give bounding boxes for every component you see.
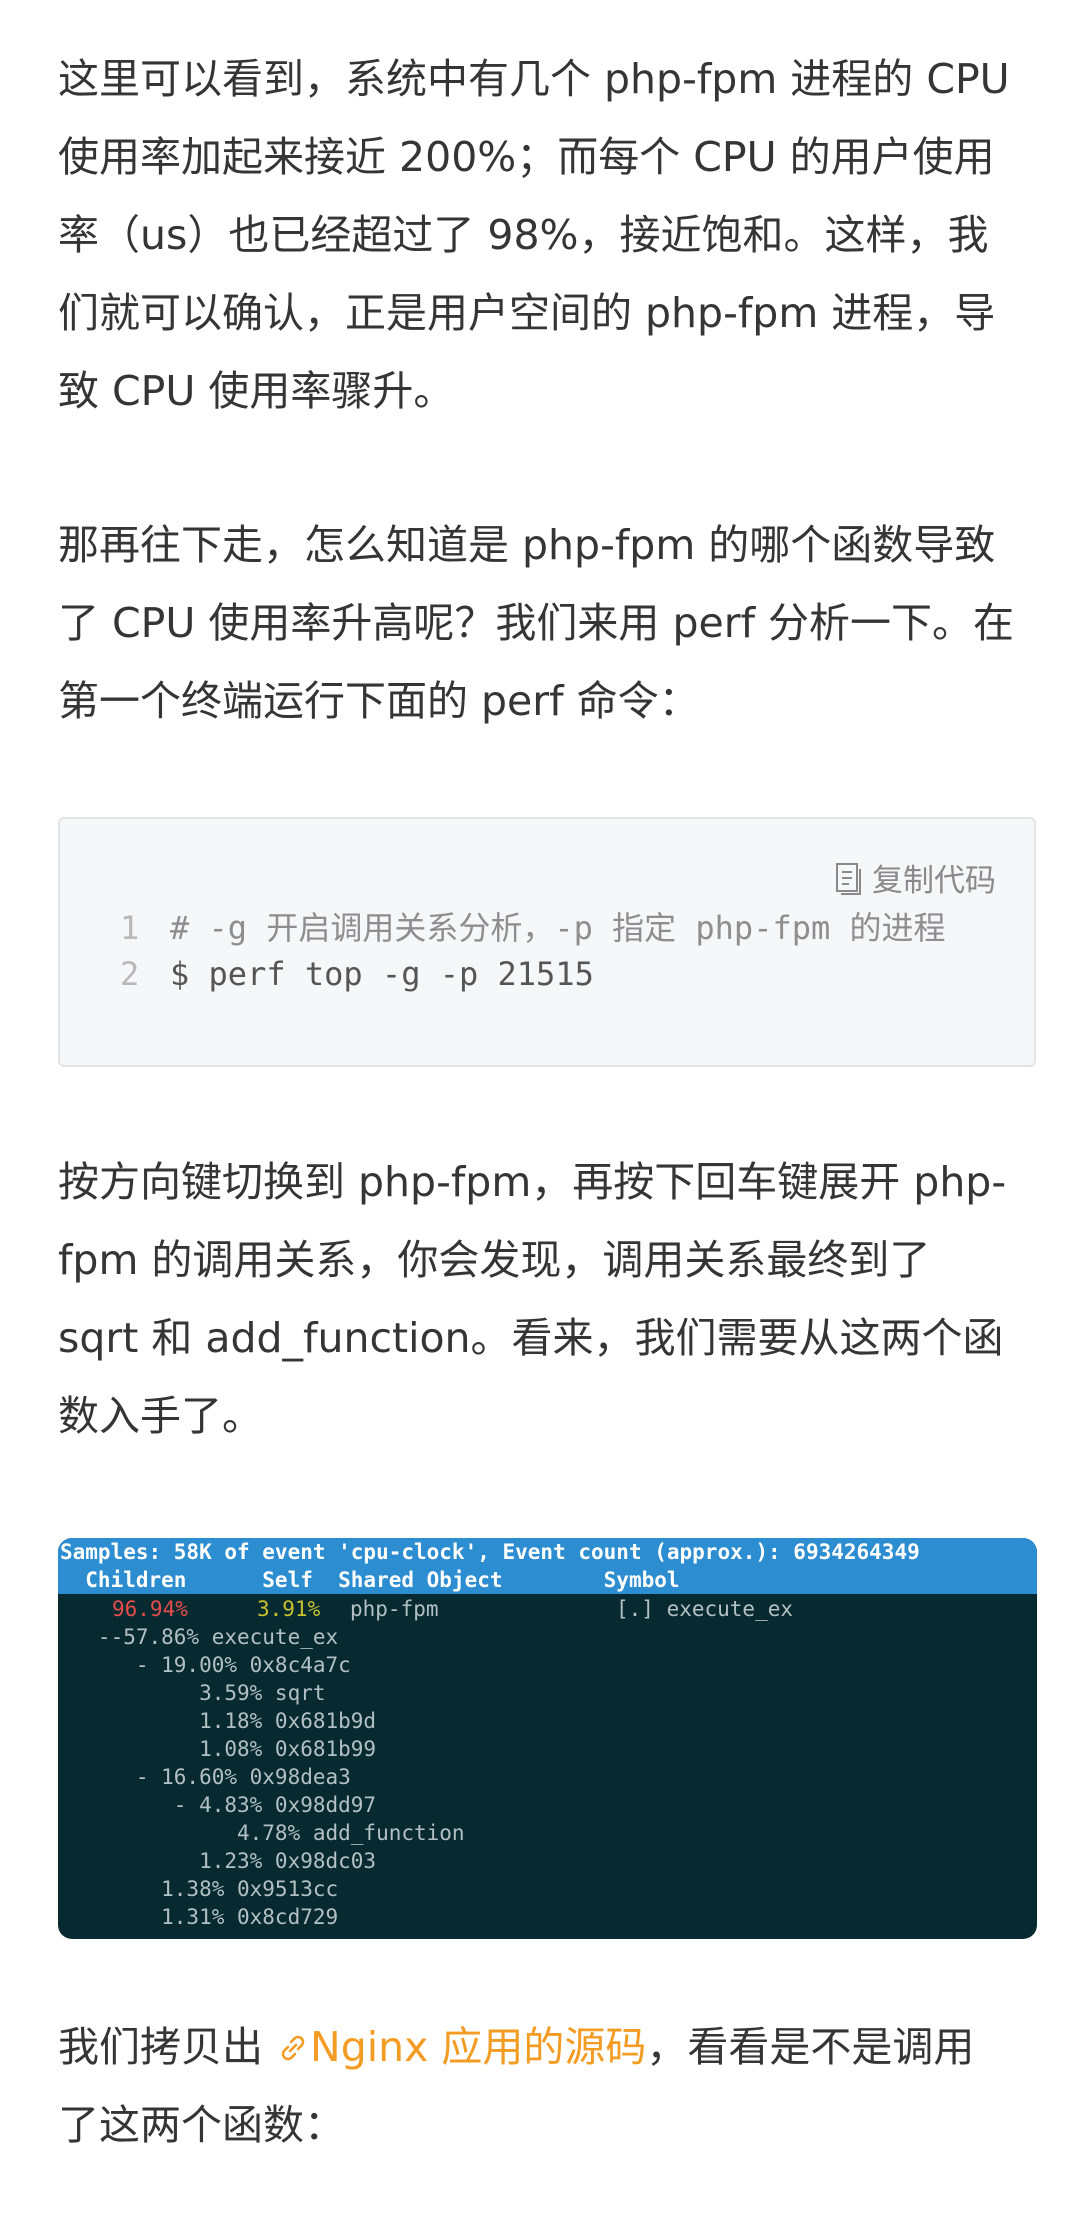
symbol: [.] execute_ex (616, 1597, 794, 1621)
call-tree-row: - 19.00% 0x8c4a7c (60, 1653, 351, 1677)
line-number: 1 (120, 909, 140, 947)
copy-icon (834, 861, 864, 895)
paragraph-source-code: 我们拷贝出 Nginx 应用的源码，看看是不是调用 了这两个函数： (58, 2008, 1033, 2164)
paragraph-cpu-usage: 这里可以看到，系统中有几个 php-fpm 进程的 CPU 使用率加起来接近 2… (58, 40, 1033, 430)
children-percent: 96.94% (112, 1597, 188, 1621)
call-tree-row: 1.08% 0x681b99 (60, 1737, 377, 1761)
terminal-header: Samples: 58K of event 'cpu-clock', Event… (58, 1538, 1037, 1594)
text-line: 致 CPU 使用率骤升。 (58, 367, 455, 415)
text-line: 我们拷贝出 Nginx 应用的源码，看看是不是调用 (58, 2008, 1033, 2086)
copy-code-label: 复制代码 (872, 863, 996, 899)
self-percent: 3.91% (257, 1597, 321, 1621)
text-line: 这里可以看到，系统中有几个 php-fpm 进程的 CPU (58, 55, 1010, 103)
paragraph-call-graph: 按方向键切换到 php-fpm，再按下回车键展开 php- fpm 的调用关系，… (58, 1143, 1033, 1455)
terminal-header-samples: Samples: 58K of event 'cpu-clock', Event… (60, 1540, 920, 1564)
text-line: 第一个终端运行下面的 perf 命令： (58, 677, 700, 725)
text-line: 了这两个函数： (58, 2101, 345, 2149)
text-line: fpm 的调用关系，你会发现，调用关系最终到了 (58, 1236, 931, 1284)
perf-terminal-screenshot: Samples: 58K of event 'cpu-clock', Event… (58, 1538, 1037, 1939)
call-tree-row: 1.23% 0x98dc03 (60, 1849, 377, 1873)
text-line: 了 CPU 使用率升高呢？我们来用 perf 分析一下。在 (58, 599, 1015, 647)
link-text[interactable]: Nginx 应用的源码 (310, 2023, 646, 2071)
text-after-link: ，看看是不是调用 (646, 2023, 975, 2071)
text-before-link: 我们拷贝出 (58, 2023, 277, 2071)
paragraph-perf-intro: 那再往下走，怎么知道是 php-fpm 的哪个函数导致 了 CPU 使用率升高呢… (58, 506, 1033, 740)
text-line: sqrt 和 add_function。看来，我们需要从这两个函 (58, 1314, 1004, 1362)
call-tree-row: 4.78% add_function (60, 1821, 465, 1845)
text-line: 率（us）也已经超过了 98%，接近饱和。这样，我 (58, 211, 989, 259)
call-tree-row: - 57.86% execute_ex (60, 1625, 339, 1649)
call-tree-row: 1.31% 0x8cd729 (60, 1905, 339, 1929)
code-line: 2 $ perf top -g -p 21515 (120, 955, 594, 993)
code-block: 复制代码 1 # -g 开启调用关系分析，-p 指定 php-fpm 的进程 2 $… (58, 817, 1036, 1067)
text-line: 们就可以确认，正是用户空间的 php-fpm 进程，导 (58, 289, 996, 337)
text-line: 使用率加起来接近 200%；而每个 CPU 的用户使用 (58, 133, 995, 181)
link-icon (276, 2023, 310, 2071)
copy-code-button[interactable]: 复制代码 (834, 855, 996, 900)
text-line: 数入手了。 (58, 1392, 263, 1440)
text-line: 那再往下走，怎么知道是 php-fpm 的哪个函数导致 (58, 521, 996, 569)
line-number: 2 (120, 955, 140, 993)
terminal-header-columns: Children Self Shared Object Symbol (60, 1568, 680, 1592)
code-comment: # -g 开启调用关系分析，-p 指定 php-fpm 的进程 (170, 909, 946, 947)
shared-object: php-fpm (350, 1597, 439, 1621)
call-tree-row: - 4.83% 0x98dd97 (60, 1793, 377, 1817)
text-line: 按方向键切换到 php-fpm，再按下回车键展开 php- (58, 1158, 1007, 1206)
call-tree-row: 1.18% 0x681b9d (60, 1709, 377, 1733)
code-command: $ perf top -g -p 21515 (170, 955, 594, 993)
call-tree-row: 1.38% 0x9513cc (60, 1877, 339, 1901)
nginx-source-link[interactable]: Nginx 应用的源码 (276, 2023, 646, 2071)
call-tree-row: - 16.60% 0x98dea3 (60, 1765, 351, 1789)
code-line: 1 # -g 开启调用关系分析，-p 指定 php-fpm 的进程 (120, 903, 946, 949)
call-tree-row: 3.59% sqrt (60, 1681, 326, 1705)
